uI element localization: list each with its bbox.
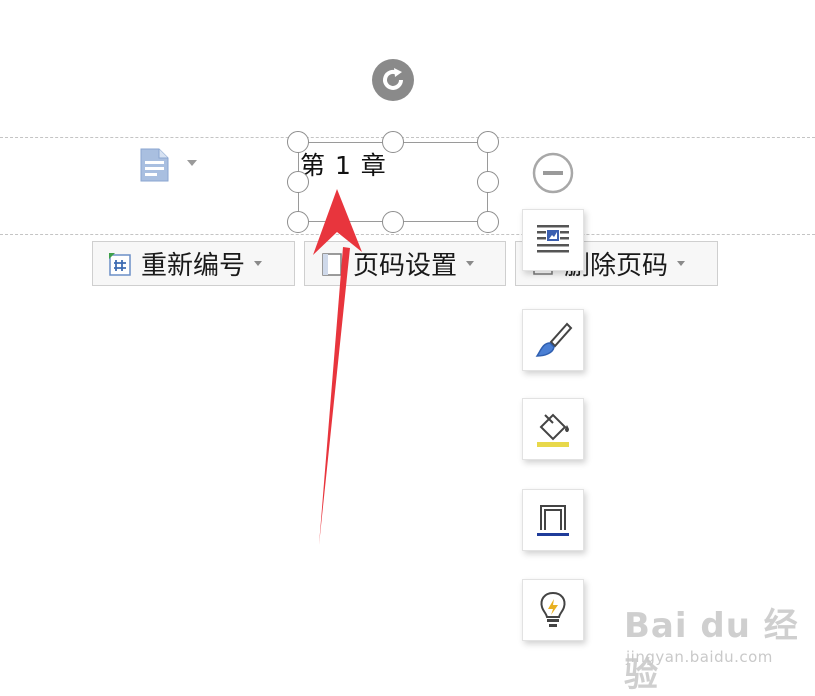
text-wrap-icon (537, 225, 569, 253)
resize-handle-bottom-left[interactable] (287, 211, 309, 233)
chevron-down-icon[interactable] (186, 158, 198, 168)
border-button[interactable] (522, 489, 584, 551)
header-text-box-content[interactable]: 第 1 章 (300, 146, 387, 182)
renumber-button[interactable]: 重新编号 (92, 241, 295, 286)
renumber-label: 重新编号 (141, 251, 246, 281)
lightbulb-icon (540, 591, 566, 627)
chevron-down-icon (466, 260, 475, 266)
resize-handle-bottom-center[interactable] (382, 211, 404, 233)
page-settings-icon (322, 252, 342, 276)
rotate-handle-icon[interactable] (371, 58, 415, 102)
watermark-url: jingyan.baidu.com (626, 648, 773, 666)
resize-handle-top-right[interactable] (477, 131, 499, 153)
border-outline-icon (537, 505, 569, 536)
header-bottom-guide-line (0, 234, 815, 235)
chevron-down-icon (254, 260, 263, 266)
resize-handle-middle-left[interactable] (287, 171, 309, 193)
watermark-brand: Bai du 经验 (624, 606, 799, 695)
resize-handle-top-left[interactable] (287, 131, 309, 153)
fill-button[interactable] (522, 398, 584, 460)
brush-button[interactable] (522, 309, 584, 371)
resize-handle-top-center[interactable] (382, 131, 404, 153)
brush-icon (535, 322, 573, 357)
text-wrap-button[interactable] (522, 209, 584, 271)
annotation-arrow (313, 189, 362, 545)
watermark: Bai du 经验 jingyan.baidu.com (624, 598, 804, 695)
page-number-settings-button[interactable]: 页码设置 (304, 241, 506, 286)
page-number-settings-label: 页码设置 (353, 251, 458, 281)
chevron-down-icon (677, 260, 686, 266)
collapse-minus-icon[interactable] (530, 150, 576, 196)
renumber-icon (109, 252, 131, 276)
resize-handle-middle-right[interactable] (477, 171, 499, 193)
header-top-guide-line (0, 137, 815, 138)
resize-handle-bottom-right[interactable] (477, 211, 499, 233)
idea-button[interactable] (522, 579, 584, 641)
document-page-icon[interactable] (138, 147, 172, 183)
fill-bucket-icon (537, 413, 569, 447)
